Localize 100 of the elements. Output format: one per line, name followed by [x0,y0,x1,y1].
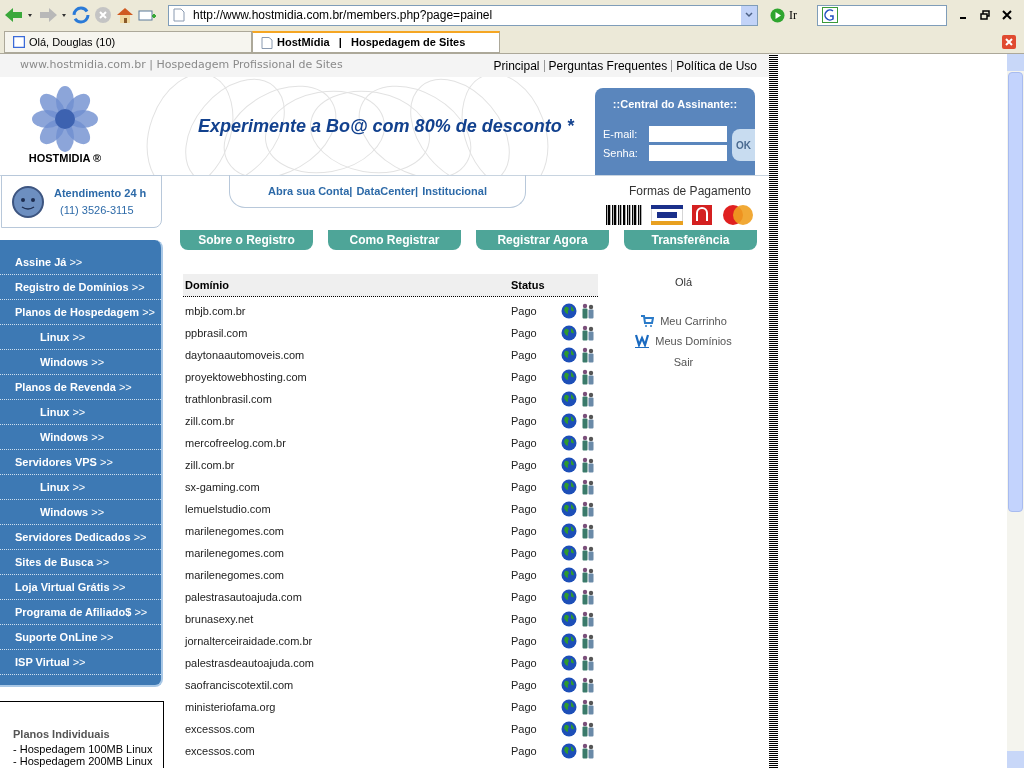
plan-link[interactable]: - Hospedagem 200MB Linux [13,754,163,767]
table-cell-text: Pago [511,699,538,715]
people-icon[interactable] [581,699,595,715]
browser-tab[interactable]: Olá, Douglas (10) [4,31,252,53]
action-button[interactable]: Como Registrar [328,230,461,250]
action-button[interactable]: Registrar Agora [476,230,609,250]
people-icon[interactable] [581,523,595,539]
ok-button[interactable]: OK [732,129,755,161]
globe-icon[interactable] [561,457,577,473]
people-icon[interactable] [581,721,595,737]
top-link[interactable]: Política de Uso [671,59,761,72]
people-icon[interactable] [581,633,595,649]
address-field[interactable]: http://www.hostmidia.com.br/members.php?page=painel [168,4,758,26]
sidebar-item[interactable]: Loja Virtual Grátis >> [0,575,161,600]
sidebar-item[interactable]: Windows >> [0,425,161,450]
globe-icon[interactable] [561,677,577,693]
sidebar-item[interactable]: Linux >> [0,400,161,425]
people-icon[interactable] [581,567,595,583]
globe-icon[interactable] [561,369,577,385]
globe-icon[interactable] [561,633,577,649]
greeting: Olá [674,275,693,290]
logo-text: HOSTMIDIA ® [28,150,102,166]
email-field[interactable] [649,125,727,142]
table-cell-text: excessos.com [184,721,256,737]
globe-icon[interactable] [561,545,577,561]
people-icon[interactable] [581,677,595,693]
account-link[interactable]: Sair [673,353,694,370]
globe-icon[interactable] [561,325,577,341]
sidebar-item[interactable]: Suporte OnLine >> [0,625,161,650]
restore-icon[interactable] [980,10,990,20]
sidebar-item[interactable]: Servidores VPS >> [0,450,161,475]
sidebar-item[interactable]: Linux >> [0,475,161,500]
globe-icon[interactable] [561,589,577,605]
globe-icon[interactable] [561,303,577,319]
people-icon[interactable] [581,369,595,385]
sidebar-item[interactable]: Servidores Dedicados >> [0,525,161,550]
table-cell-text: Pago [511,611,538,627]
people-icon[interactable] [581,545,595,561]
people-icon[interactable] [581,413,595,429]
refresh-icon[interactable] [72,6,90,24]
sidebar-item[interactable]: Planos de Revenda >> [0,375,161,400]
globe-icon[interactable] [561,435,577,451]
scrollbar[interactable] [1007,54,1024,768]
sidebar-item[interactable]: Windows >> [0,500,161,525]
people-icon[interactable] [581,457,595,473]
globe-icon[interactable] [561,655,577,671]
globe-icon[interactable] [561,523,577,539]
home-icon[interactable] [116,6,134,24]
globe-icon[interactable] [561,743,577,759]
table-cell-text: saofranciscotextil.com [184,677,295,693]
account-link[interactable]: Meus Domínios [635,333,732,350]
nav-link[interactable]: Institucional [422,182,487,200]
sidebar-item[interactable]: Assine Já >> [0,250,161,275]
close-icon[interactable] [1002,10,1012,20]
people-icon[interactable] [581,611,595,627]
globe-icon[interactable] [561,611,577,627]
globe-icon[interactable] [561,721,577,737]
people-icon[interactable] [581,347,595,363]
sidebar-item[interactable]: Planos de Hospedagem >> [0,300,161,325]
promo-headline: Experimente a Bo@ com 80% de desconto * [198,114,574,138]
globe-icon[interactable] [561,501,577,517]
sidebar-item[interactable]: Windows >> [0,350,161,375]
password-field[interactable] [649,145,727,162]
sidebar-item[interactable]: ISP Virtual >> [0,650,161,675]
plan-link[interactable]: - Hospedagem 100MB Linux [13,742,163,755]
go-button[interactable]: Ir [770,6,797,24]
globe-icon[interactable] [561,391,577,407]
globe-icon[interactable] [561,479,577,495]
nav-link[interactable]: DataCenter| [356,182,419,200]
page-icon [261,36,273,49]
table-cell-text: Pago [511,501,538,517]
people-icon[interactable] [581,743,595,759]
support-agent-icon [10,183,46,220]
table-cell-text: Pago [511,589,538,605]
sidebar-item[interactable]: Programa de Afiliado$ >> [0,600,161,625]
nav-link[interactable]: Abra sua Conta| [268,182,353,200]
search-field[interactable] [817,4,947,26]
sidebar-item[interactable]: Linux >> [0,325,161,350]
table-cell-text: trathlonbrasil.com [184,391,273,407]
globe-icon[interactable] [561,567,577,583]
browser-tab[interactable]: HostMídia | Hospedagem de Sites [252,31,500,53]
people-icon[interactable] [581,589,595,605]
people-icon[interactable] [581,303,595,319]
table-cell-text: Pago [511,413,538,429]
sidebar-item[interactable]: Registro de Domínios >> [0,275,161,300]
action-button[interactable]: Sobre o Registro [180,230,313,250]
people-icon[interactable] [581,435,595,451]
people-icon[interactable] [581,479,595,495]
globe-icon[interactable] [561,699,577,715]
action-button[interactable]: Transferência [624,230,757,250]
people-icon[interactable] [581,325,595,341]
account-link[interactable]: Meu Carrinho [640,312,727,329]
globe-icon[interactable] [561,413,577,429]
top-link[interactable]: Principal [489,59,544,72]
globe-icon[interactable] [561,347,577,363]
sidebar-item[interactable]: Sites de Busca >> [0,550,161,575]
people-icon[interactable] [581,501,595,517]
top-link[interactable]: Perguntas Frequentes [543,59,672,72]
people-icon[interactable] [581,655,595,671]
people-icon[interactable] [581,391,595,407]
